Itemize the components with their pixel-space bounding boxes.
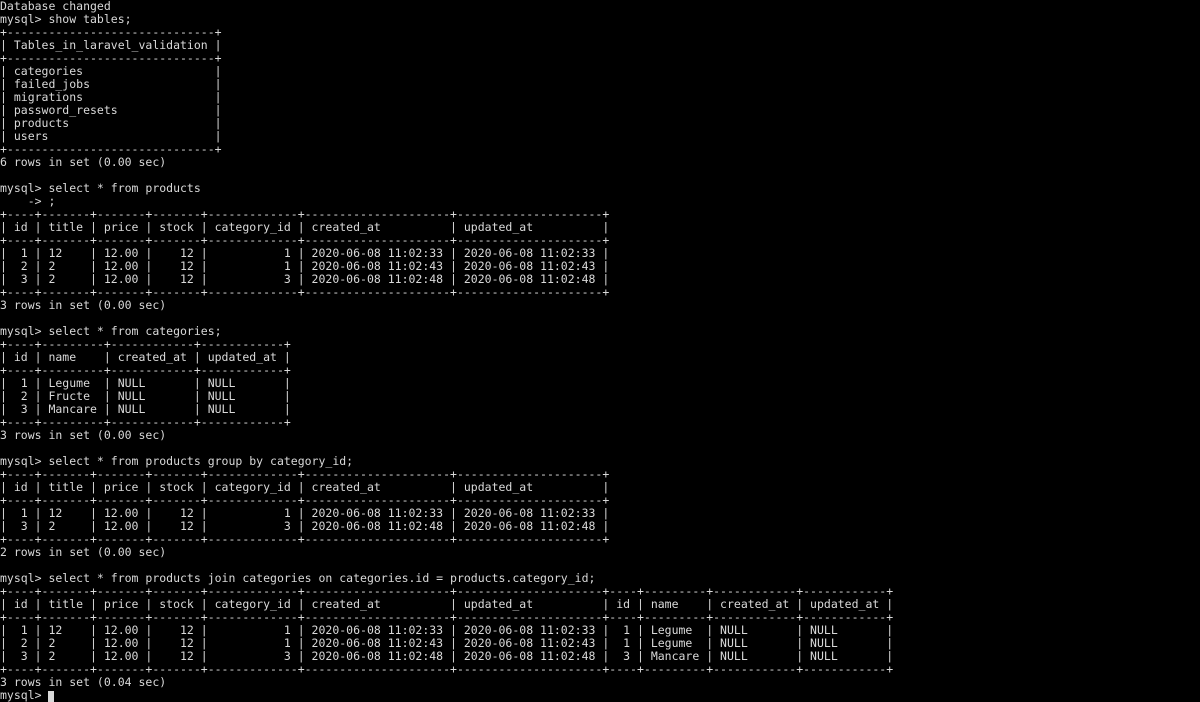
terminal-output: Database changed mysql> show tables; +--… bbox=[0, 0, 1200, 689]
mysql-prompt[interactable]: mysql> bbox=[0, 689, 1200, 702]
cursor-icon bbox=[48, 691, 54, 702]
